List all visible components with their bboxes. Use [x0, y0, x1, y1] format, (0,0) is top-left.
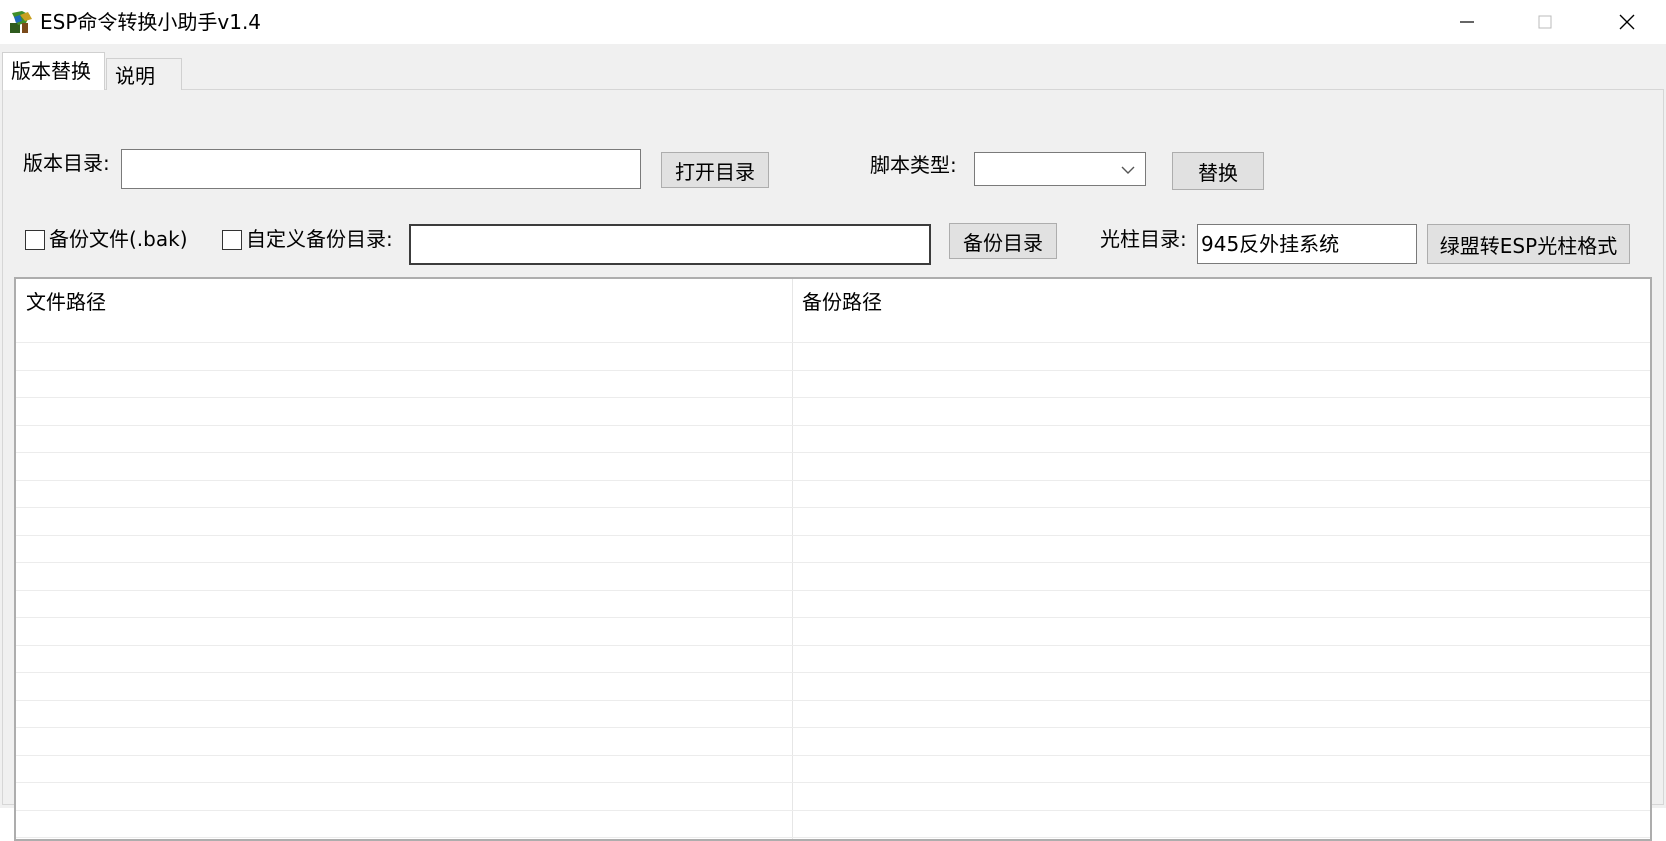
script-type-label: 脚本类型:: [870, 153, 957, 177]
version-dir-input[interactable]: [121, 149, 641, 189]
empty-row: [16, 620, 1650, 646]
minimize-icon: [1460, 21, 1474, 23]
custom-backup-input[interactable]: [409, 224, 931, 265]
empty-row: [16, 455, 1650, 481]
file-list-table[interactable]: 文件路径 备份路径: [14, 277, 1652, 841]
empty-row: [16, 730, 1650, 756]
close-icon: [1619, 14, 1635, 30]
backup-file-label: 备份文件(.bak): [49, 227, 188, 251]
custom-backup-checkbox[interactable]: [222, 230, 242, 250]
empty-row: [16, 482, 1650, 508]
empty-row: [16, 785, 1650, 811]
light-dir-input[interactable]: 945反外挂系统: [1197, 224, 1417, 264]
title-bar: ESP命令转换小助手v1.4: [0, 0, 1666, 44]
empty-row: [16, 537, 1650, 563]
close-button[interactable]: [1588, 0, 1666, 44]
empty-row: [16, 510, 1650, 536]
app-icon: [10, 11, 32, 33]
empty-row: [16, 345, 1650, 371]
version-dir-label: 版本目录:: [23, 151, 110, 175]
empty-row: [16, 757, 1650, 783]
empty-row: [16, 372, 1650, 398]
empty-row: [16, 675, 1650, 701]
tab-version-replace[interactable]: 版本替换: [2, 52, 105, 90]
empty-row: [16, 812, 1650, 838]
backup-file-checkbox[interactable]: [25, 230, 45, 250]
maximize-button[interactable]: [1506, 0, 1584, 44]
empty-row: [16, 427, 1650, 453]
empty-row: [16, 592, 1650, 618]
backup-dir-button[interactable]: 备份目录: [949, 223, 1057, 259]
minimize-button[interactable]: [1428, 0, 1506, 44]
column-header-backup-path[interactable]: 备份路径: [802, 289, 882, 315]
convert-button[interactable]: 绿盟转ESP光柱格式: [1427, 224, 1630, 264]
replace-button[interactable]: 替换: [1172, 152, 1264, 190]
empty-row: [16, 400, 1650, 426]
tab-description[interactable]: 说明: [106, 58, 182, 90]
script-type-select[interactable]: [974, 152, 1146, 186]
column-header-file-path[interactable]: 文件路径: [26, 289, 106, 315]
light-dir-label: 光柱目录:: [1100, 227, 1187, 251]
empty-row: [16, 702, 1650, 728]
empty-row: [16, 647, 1650, 673]
empty-row: [16, 317, 1650, 343]
empty-row: [16, 565, 1650, 591]
open-dir-button[interactable]: 打开目录: [661, 152, 769, 188]
window-client: 版本目录: 打开目录 脚本类型: 替换 备份文件(.bak) 自定义备份目录: …: [0, 44, 1666, 841]
custom-backup-label: 自定义备份目录:: [246, 227, 393, 251]
window-title: ESP命令转换小助手v1.4: [40, 10, 262, 34]
maximize-icon: [1538, 15, 1552, 29]
chevron-down-icon: [1121, 166, 1135, 174]
